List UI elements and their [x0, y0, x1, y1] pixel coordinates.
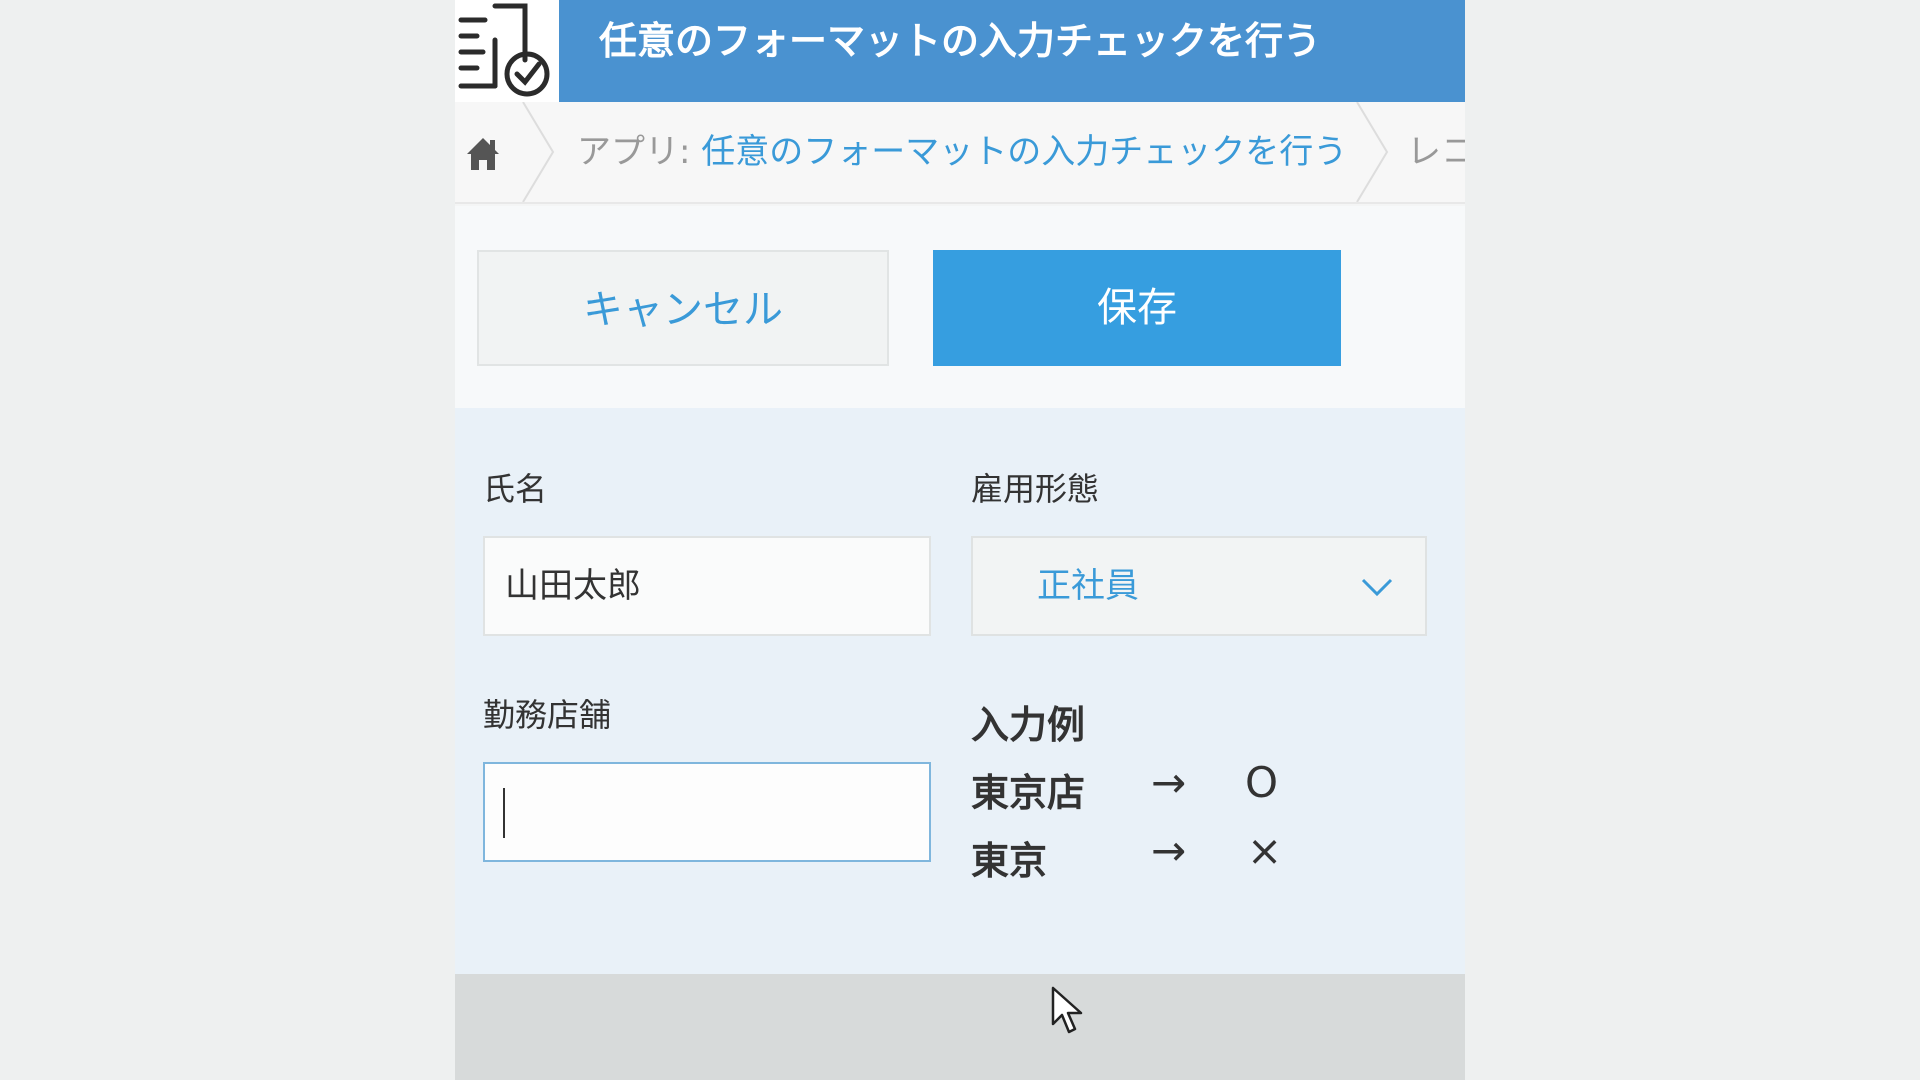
mouse-cursor-icon — [1051, 986, 1083, 1034]
breadcrumb-separator — [522, 102, 555, 202]
breadcrumb-app-prefix: アプリ: — [577, 132, 702, 172]
chevron-down-icon — [1361, 578, 1393, 597]
save-button[interactable]: 保存 — [933, 250, 1341, 366]
text-caret — [503, 788, 505, 838]
footer-area — [455, 974, 1465, 1080]
record-form: 氏名 山田太郎 雇用形態 正社員 勤務店舗 入力例 東京店 → O 東京 → × — [455, 408, 1465, 974]
employment-select[interactable]: 正社員 — [971, 536, 1427, 636]
employment-selected-value: 正社員 — [1037, 566, 1139, 606]
breadcrumb-app[interactable]: アプリ: 任意のフォーマットの入力チェックを行う — [577, 102, 1347, 202]
name-field[interactable]: 山田太郎 — [483, 536, 931, 636]
example-row-text: 東京 — [971, 839, 1048, 883]
breadcrumb: アプリ: 任意のフォーマットの入力チェックを行う レコ — [455, 102, 1465, 204]
app-window: 任意のフォーマットの入力チェックを行う アプリ: 任意のフォーマットの入力チェッ… — [455, 0, 1465, 1080]
circle-ok-mark: O — [1245, 758, 1279, 807]
app-header: 任意のフォーマットの入力チェックを行う — [455, 0, 1465, 102]
example-heading: 入力例 — [971, 703, 1086, 747]
store-field[interactable] — [483, 762, 931, 862]
breadcrumb-record[interactable]: レコ — [1407, 102, 1465, 202]
record-toolbar: キャンセル 保存 — [455, 206, 1465, 408]
cancel-button[interactable]: キャンセル — [477, 250, 889, 366]
breadcrumb-app-link[interactable]: 任意のフォーマットの入力チェックを行う — [701, 132, 1347, 172]
cross-ng-mark: × — [1247, 826, 1283, 875]
arrow-right-icon: → — [1151, 826, 1187, 875]
form-check-icon — [455, 0, 559, 102]
page-title: 任意のフォーマットの入力チェックを行う — [559, 0, 1465, 102]
name-label: 氏名 — [483, 470, 548, 508]
breadcrumb-separator — [1356, 102, 1389, 202]
employment-label: 雇用形態 — [971, 470, 1100, 508]
store-label: 勤務店舗 — [483, 696, 612, 734]
home-icon[interactable] — [463, 134, 503, 174]
example-row-text: 東京店 — [971, 771, 1086, 815]
arrow-right-icon: → — [1151, 758, 1187, 807]
